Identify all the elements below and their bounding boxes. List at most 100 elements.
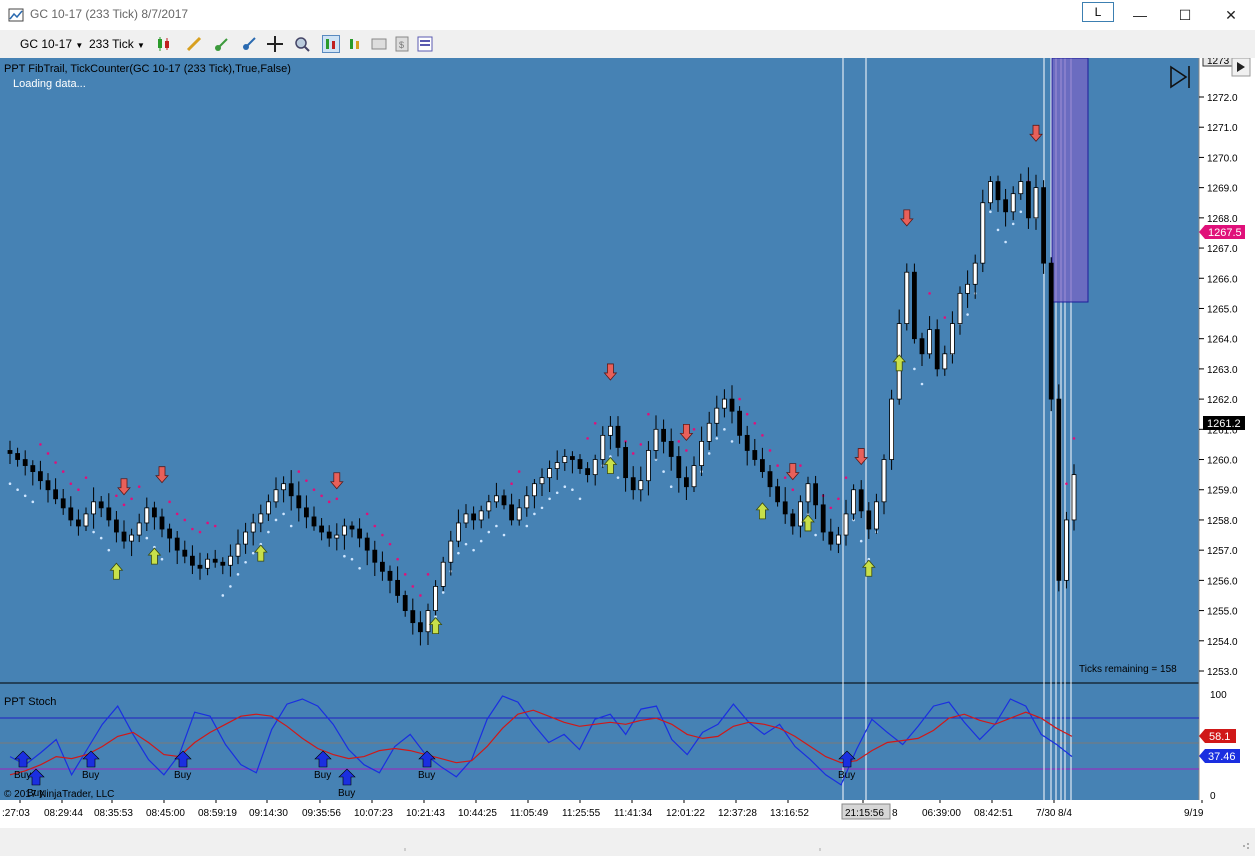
candle-body: [440, 561, 446, 587]
trail-dot: [685, 449, 688, 452]
price-tick-label: 1266.0: [1207, 274, 1238, 285]
zoom-icon[interactable]: [293, 35, 311, 53]
resize-grip-icon[interactable]: [1243, 843, 1249, 849]
candle-body: [820, 504, 826, 533]
candle-body: [326, 531, 332, 539]
candle-body: [205, 558, 211, 569]
price-tick-label: 1254.0: [1207, 637, 1238, 648]
trail-dot: [943, 316, 947, 319]
trail-dot: [799, 464, 802, 467]
candle-body: [1003, 199, 1008, 213]
candlestick-style-icon[interactable]: [155, 35, 173, 53]
svg-text:$: $: [399, 40, 404, 50]
snapshot-icon[interactable]: $: [393, 35, 411, 53]
candle-body: [805, 483, 811, 503]
chart-app-icon: [8, 8, 24, 22]
candle-body: [934, 329, 940, 370]
candle-body: [653, 428, 659, 451]
trail-dot: [335, 497, 339, 501]
trail-dot: [312, 488, 316, 492]
trail-dot: [107, 548, 111, 552]
price-tick-label: 1268.0: [1207, 214, 1238, 225]
trail-dot: [457, 551, 460, 555]
candle-body: [836, 534, 841, 545]
candle-body: [98, 501, 104, 509]
candle-body: [760, 459, 765, 473]
candle-body: [585, 468, 590, 476]
data-series-icon[interactable]: [346, 35, 364, 53]
candle-body: [782, 501, 788, 515]
time-label: 08:29:44: [44, 808, 83, 819]
trail-dot: [525, 524, 529, 528]
trail-dot: [358, 566, 361, 570]
trail-dot: [996, 228, 1000, 232]
layout-button[interactable]: L: [1082, 2, 1114, 22]
price-tick-label: 1255.0: [1207, 607, 1238, 618]
trail-dot: [213, 524, 217, 528]
scroll-right-button[interactable]: [1231, 58, 1251, 77]
time-axis: :27:03 08:29:44 08:35:53 08:45:00 08:59:19 09…: [0, 800, 1255, 828]
trail-dot: [1072, 437, 1076, 440]
instrument-selector[interactable]: GC 10-17 ▼: [20, 34, 83, 54]
candle-body: [493, 495, 499, 503]
trail-dot: [677, 440, 681, 443]
trail-dot: [487, 530, 491, 534]
close-icon[interactable]: ✕: [1217, 4, 1245, 26]
trail-dot: [320, 494, 323, 498]
indicator-icon[interactable]: [213, 35, 231, 53]
window-list-icon[interactable]: [416, 35, 434, 53]
candle-body: [197, 564, 203, 569]
candle-body: [714, 407, 720, 424]
candle-body: [1071, 474, 1077, 521]
candle-body: [250, 522, 256, 533]
candle-body: [722, 398, 727, 409]
properties-icon[interactable]: [370, 35, 388, 53]
price-tick-label: 1263.0: [1207, 365, 1238, 376]
stoch-red-marker: 58.1: [1199, 729, 1236, 743]
trail-dot: [130, 497, 133, 501]
time-label: 12:01:22: [666, 808, 705, 819]
candle-body: [121, 531, 127, 542]
candle-body: [341, 525, 347, 536]
trail-dot: [274, 518, 278, 522]
time-label: 11:05:49: [510, 808, 549, 819]
candle-body: [592, 459, 598, 476]
candle-body: [972, 262, 978, 285]
candle-body: [744, 434, 750, 451]
chart-trader-icon[interactable]: [322, 35, 340, 53]
candle-body: [706, 422, 712, 442]
trail-dot: [1011, 222, 1015, 226]
drawing-tool-icon[interactable]: [185, 35, 203, 53]
candle-body: [889, 398, 894, 460]
buy-marker-label: Buy: [338, 788, 355, 799]
trail-dot: [966, 313, 969, 316]
interval-label: 233 Tick: [89, 37, 134, 51]
candle-body: [410, 610, 416, 624]
trail-dot: [426, 573, 430, 576]
time-label: 08:45:00: [146, 808, 185, 819]
buy-marker-label: Buy: [14, 770, 31, 781]
trail-dot: [753, 421, 757, 425]
maximize-icon[interactable]: ☐: [1171, 4, 1199, 26]
candle-body: [83, 513, 89, 527]
candle-body: [478, 510, 484, 521]
candle-body: [463, 513, 469, 524]
trail-dot: [46, 452, 50, 455]
chart-panel[interactable]: BuyBuyBuy Buy BuyBuyBuy Buy 1253.01254.0125…: [0, 58, 1255, 828]
minimize-icon[interactable]: —: [1126, 4, 1154, 26]
chevron-down-icon: ▼: [137, 41, 145, 50]
trail-dot: [206, 521, 209, 525]
crosshair-icon[interactable]: [266, 35, 284, 53]
candle-body: [227, 555, 233, 566]
trail-dot: [464, 542, 468, 546]
trail-dot: [221, 594, 225, 597]
candle-body: [965, 283, 970, 294]
trail-dot: [586, 437, 589, 440]
time-label: 08:42:51: [974, 808, 1013, 819]
strategy-icon[interactable]: [240, 35, 258, 53]
trail-dot: [160, 557, 164, 561]
stoch-tick-label: 100: [1210, 690, 1227, 701]
candle-body: [539, 477, 545, 485]
candle-body: [151, 507, 157, 518]
interval-selector[interactable]: 233 Tick ▼: [89, 34, 145, 54]
